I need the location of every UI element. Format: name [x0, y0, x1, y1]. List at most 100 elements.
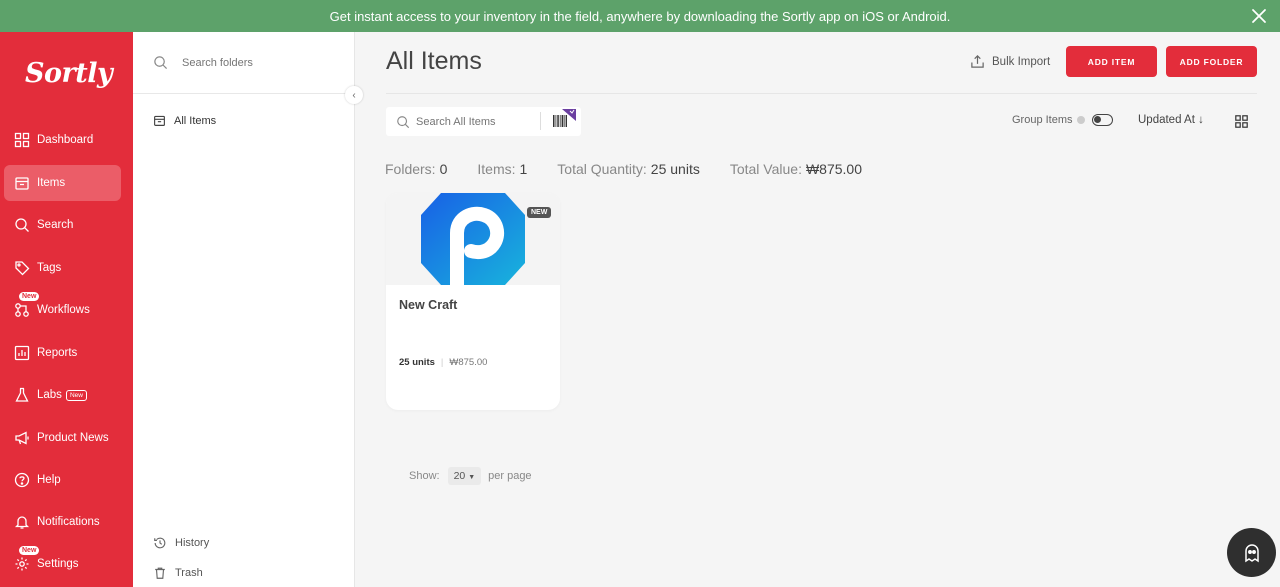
search-divider: [540, 112, 541, 130]
summary-folders: Folders: 0: [385, 161, 447, 177]
main-sidebar: Sortly Dashboard Items Search Tags New W…: [0, 32, 133, 587]
megaphone-icon: [15, 431, 29, 445]
nav-label: Reports: [37, 347, 78, 359]
sortly-logo[interactable]: Sortly: [25, 58, 113, 89]
collapse-panel-button[interactable]: ‹: [345, 86, 363, 104]
summary-quantity: Total Quantity: 25 units: [557, 161, 700, 177]
group-items-toggle[interactable]: [1091, 114, 1113, 126]
page-size-select[interactable]: 20 ▼: [447, 467, 482, 485]
add-item-button[interactable]: ADD ITEM: [1066, 46, 1157, 77]
labs-new-badge: New: [65, 389, 87, 401]
nav-item-settings[interactable]: New Settings: [4, 546, 121, 582]
folder-search-input[interactable]: [182, 56, 332, 69]
bulk-import-button[interactable]: Bulk Import: [970, 54, 1050, 69]
summary-value: 1: [519, 161, 528, 177]
sort-label: Updated At: [1138, 114, 1195, 126]
nav-label: Workflows: [37, 304, 90, 316]
summary-value: 25 units: [650, 161, 700, 177]
folder-search: [133, 32, 355, 94]
item-value: ₩875.00: [449, 357, 488, 368]
new-badge: New: [19, 546, 40, 555]
summary-value: ₩875.00: [805, 161, 863, 177]
nav-item-search[interactable]: Search: [4, 207, 121, 243]
banner-text: Get instant access to your inventory in …: [329, 8, 951, 24]
flask-icon: [15, 387, 29, 402]
item-image: [421, 193, 525, 285]
close-icon[interactable]: [1248, 5, 1270, 27]
item-name: New Craft: [399, 298, 458, 312]
arrow-down-icon: ↓: [1198, 114, 1204, 126]
search-icon: [154, 56, 168, 70]
folder-panel: All Items History Trash: [133, 32, 355, 587]
page-title: All Items: [386, 47, 482, 75]
group-items-control: Group Items: [1012, 114, 1113, 126]
history-label: History: [175, 537, 210, 549]
meta-separator: |: [440, 357, 444, 368]
search-icon: [397, 115, 410, 128]
nav-label: Dashboard: [37, 134, 94, 146]
history-link[interactable]: History: [153, 536, 209, 550]
item-search: [386, 107, 581, 136]
nav-label: Labs: [37, 389, 62, 401]
folder-all-items[interactable]: All Items: [153, 114, 216, 127]
info-icon[interactable]: [1076, 116, 1085, 124]
nav-item-tags[interactable]: Tags: [4, 250, 121, 286]
chevron-left-icon: ‹: [352, 89, 356, 101]
nav-item-dashboard[interactable]: Dashboard: [4, 122, 121, 158]
show-label: Show:: [409, 470, 440, 482]
nav-item-items[interactable]: Items: [4, 165, 121, 201]
trash-icon: [155, 567, 165, 579]
nav-item-product-news[interactable]: Product News: [4, 420, 121, 456]
folder-label: All Items: [174, 114, 217, 127]
new-badge: New: [19, 292, 40, 301]
reports-icon: [14, 345, 30, 361]
upload-icon: [971, 55, 984, 68]
new-badge: NEW: [527, 207, 552, 218]
item-card[interactable]: NEW New Craft 25 units | ₩875.00: [386, 193, 560, 410]
nav-label: Settings: [37, 558, 79, 570]
summary-value: Total Value: ₩875.00: [730, 161, 862, 177]
search-icon: [15, 218, 29, 232]
item-meta: 25 units | ₩875.00: [399, 357, 487, 368]
grid-view-icon[interactable]: [1235, 115, 1248, 128]
dashboard-icon: [14, 132, 30, 148]
nav-item-reports[interactable]: Reports: [4, 335, 121, 371]
caret-down-icon: ▼: [468, 474, 476, 481]
item-quantity: 25 units: [399, 357, 435, 368]
header-divider: [386, 93, 1257, 94]
trash-label: Trash: [175, 567, 203, 579]
summary-label: Total Quantity:: [557, 161, 647, 177]
sort-dropdown[interactable]: Updated At ↓: [1138, 114, 1204, 126]
upgrade-corner-icon: [562, 109, 576, 121]
summary-label: Total Value:: [729, 161, 802, 177]
nav-item-notifications[interactable]: Notifications: [4, 504, 121, 540]
summary-items: Items: 1: [477, 161, 527, 177]
tag-icon: [15, 261, 30, 276]
history-icon: [154, 537, 166, 549]
bulk-import-label: Bulk Import: [992, 55, 1051, 68]
gear-icon: [15, 557, 29, 571]
nav-label: Items: [37, 177, 66, 189]
add-folder-button[interactable]: ADD FOLDER: [1166, 46, 1257, 77]
app-download-banner: Get instant access to your inventory in …: [0, 0, 1280, 32]
nav-label: Search: [37, 219, 74, 231]
nav-item-help[interactable]: Help: [4, 462, 121, 498]
items-icon: [154, 115, 165, 126]
trash-link[interactable]: Trash: [153, 566, 203, 580]
nav-item-workflows[interactable]: New Workflows: [4, 292, 121, 328]
nav-label: Help: [37, 474, 61, 486]
support-bot-icon: [1244, 543, 1259, 562]
bell-icon: [14, 516, 30, 529]
nav-label: Product News: [37, 432, 109, 444]
summary-label: Items:: [477, 161, 516, 177]
inventory-summary: Folders: 0 Items: 1 Total Quantity: 25 unit…: [385, 161, 892, 177]
item-search-input[interactable]: [416, 115, 536, 128]
help-icon: [14, 472, 30, 488]
per-page-label: per page: [488, 470, 532, 482]
summary-label: Folders:: [385, 161, 436, 177]
page-size-value: 20: [453, 470, 466, 482]
group-items-label: Group Items: [1012, 114, 1073, 126]
nav-item-labs[interactable]: Labs New: [4, 377, 121, 413]
support-chat-button[interactable]: [1227, 528, 1276, 577]
summary-value: 0: [439, 161, 448, 177]
